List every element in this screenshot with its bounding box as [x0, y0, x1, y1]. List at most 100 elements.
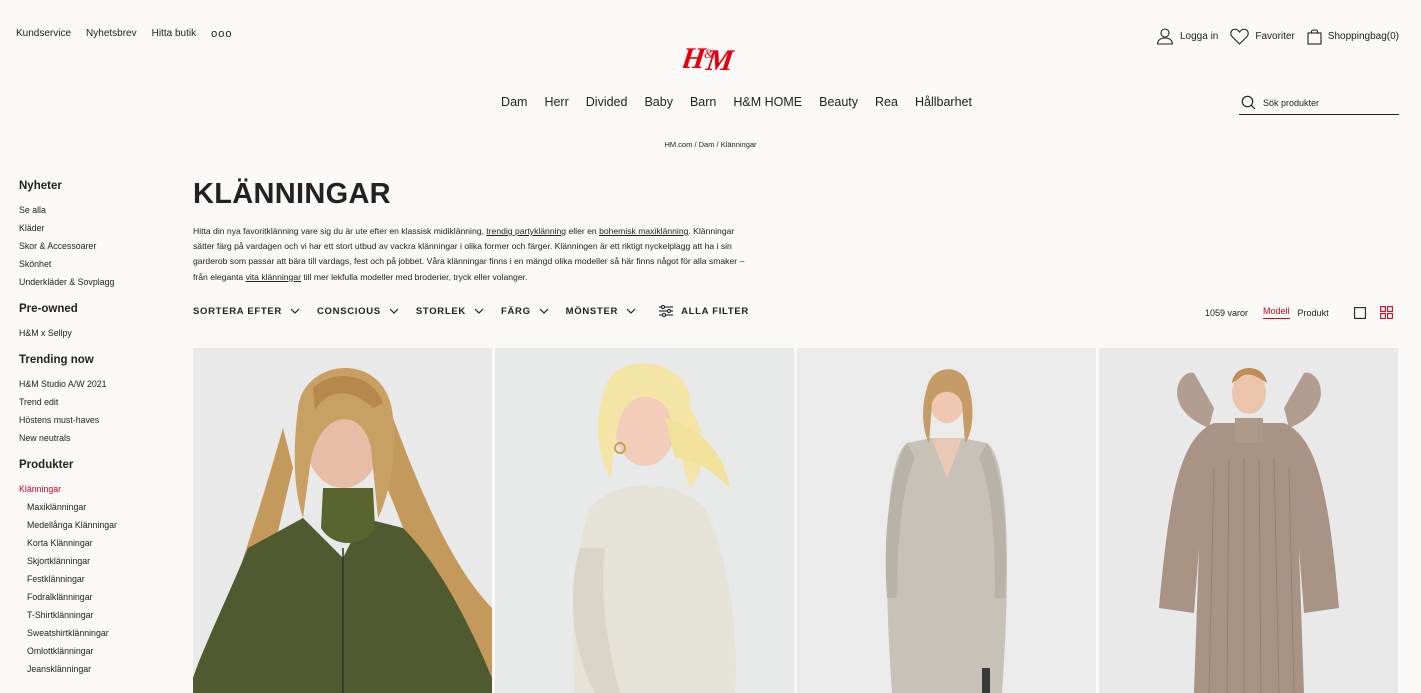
product-card[interactable] [797, 348, 1096, 693]
sidebar-group-nyheter: Nyheter Se alla Kläder Skor & Accessoare… [19, 180, 179, 291]
chevron-down-icon [474, 308, 484, 314]
sidebar-heading: Nyheter [19, 180, 62, 192]
sidebar-heading: Pre-owned [19, 303, 78, 315]
utility-links: Kundservice Nyhetsbrev Hitta butik ooo [16, 28, 232, 40]
sidebar-item-maxiklanningar[interactable]: Maxiklänningar [19, 498, 179, 516]
nav-dam[interactable]: Dam [501, 95, 527, 109]
sidebar-item-klanningar[interactable]: Klänningar [19, 480, 179, 498]
sidebar-item-trend-edit[interactable]: Trend edit [19, 393, 179, 411]
intro-text: Hitta din nya favoritklänning vare sig d… [193, 226, 487, 236]
filter-conscious[interactable]: CONSCIOUS [317, 305, 399, 317]
sidebar-item-sellpy[interactable]: H&M x Sellpy [19, 324, 179, 342]
sidebar-item-sweatshirtklanningar[interactable]: Sweatshirtklänningar [19, 624, 179, 642]
intro-link-party[interactable]: trendig partyklänning [486, 226, 566, 236]
sidebar-item-skor-accessoarer[interactable]: Skor & Accessoarer [19, 237, 179, 255]
utility-link-find-store[interactable]: Hitta butik [152, 28, 196, 40]
intro-text: eller en [566, 226, 600, 236]
nav-rea[interactable]: Rea [875, 95, 898, 109]
more-links-button[interactable]: ooo [211, 28, 232, 40]
filter-sort[interactable]: SORTERA EFTER [193, 305, 300, 317]
search-icon[interactable] [1241, 95, 1256, 110]
category-intro: Hitta din nya favoritklänning vare sig d… [193, 224, 753, 285]
sidebar-heading: Produkter [19, 459, 74, 471]
nav-divided[interactable]: Divided [586, 95, 628, 109]
sidebar-item-se-alla[interactable]: Se alla [19, 201, 179, 219]
sidebar-group-produkter: Produkter Klänningar Maxiklänningar Mede… [19, 459, 179, 678]
nav-baby[interactable]: Baby [644, 95, 673, 109]
filter-label: SORTERA EFTER [193, 305, 282, 317]
filter-label: FÄRG [500, 305, 531, 317]
filter-bar: SORTERA EFTER CONSCIOUS STORLEK FÄRG MÖN… [193, 305, 749, 317]
user-icon [1156, 28, 1174, 45]
intro-link-white[interactable]: vita klänningar [246, 272, 301, 282]
product-card[interactable] [193, 348, 492, 693]
sidebar-item-omlottklanningar[interactable]: Omlottklänningar [19, 642, 179, 660]
view-model-toggle[interactable]: Modell [1263, 306, 1290, 319]
sidebar-item-tshirtklanningar[interactable]: T-Shirtklänningar [19, 606, 179, 624]
hm-logo[interactable]: H & M [683, 36, 735, 76]
sidebar-item-fodralklanningar[interactable]: Fodralklänningar [19, 588, 179, 606]
intro-link-boho[interactable]: bohemisk maxiklänning [599, 226, 688, 236]
chevron-down-icon [539, 308, 549, 314]
sidebar-item-festklanningar[interactable]: Festklänningar [19, 570, 179, 588]
sidebar-item-skjortklanningar[interactable]: Skjortklänningar [19, 552, 179, 570]
account-links: Logga in Favoriter Shoppingbag(0) [1156, 27, 1399, 45]
search-input[interactable] [1263, 97, 1393, 108]
product-image-green-dress [193, 348, 492, 693]
filter-size[interactable]: STORLEK [416, 305, 484, 317]
search-box [1239, 91, 1399, 115]
small-grid-icon[interactable] [1379, 306, 1393, 319]
product-image-grey-knit-dress [797, 348, 1096, 693]
large-grid-icon[interactable] [1353, 306, 1366, 319]
all-filters-label: ALLA FILTER [681, 305, 749, 317]
product-image-beige-maxi-knit [1099, 348, 1398, 693]
sidebar-item-underklader[interactable]: Underkläder & Sovplagg [19, 273, 179, 291]
filter-sliders-icon [659, 305, 674, 317]
page-title: KLÄNNINGAR [193, 178, 391, 210]
sidebar-group-pre-owned: Pre-owned H&M x Sellpy [19, 303, 179, 342]
utility-link-customer-service[interactable]: Kundservice [16, 28, 71, 40]
sidebar-item-skonhet[interactable]: Skönhet [19, 255, 179, 273]
sidebar-item-jeansklanningar[interactable]: Jeansklänningar [19, 660, 179, 678]
nav-herr[interactable]: Herr [544, 95, 568, 109]
product-card[interactable] [495, 348, 794, 693]
product-grid [193, 348, 1398, 693]
sidebar-item-must-haves[interactable]: Höstens must-haves [19, 411, 179, 429]
svg-text:M: M [703, 43, 735, 76]
view-product-toggle[interactable]: Produkt [1298, 308, 1329, 318]
sidebar-item-studio[interactable]: H&M Studio A/W 2021 [19, 375, 179, 393]
utility-link-newsletter[interactable]: Nyhetsbrev [86, 28, 137, 40]
filter-label: STORLEK [415, 305, 466, 317]
favorites-link[interactable]: Favoriter [1230, 28, 1295, 45]
nav-hm-home[interactable]: H&M HOME [733, 95, 802, 109]
login-link[interactable]: Logga in [1156, 27, 1218, 45]
sidebar: Nyheter Se alla Kläder Skor & Accessoare… [19, 180, 179, 690]
shopping-bag-icon [1307, 28, 1322, 45]
sidebar-item-korta[interactable]: Korta Klänningar [19, 534, 179, 552]
product-image-cream-sweater [495, 348, 794, 693]
product-card[interactable] [1099, 348, 1398, 693]
nav-beauty[interactable]: Beauty [819, 95, 858, 109]
favorites-label: Favoriter [1255, 30, 1295, 42]
sidebar-group-trending: Trending now H&M Studio A/W 2021 Trend e… [19, 354, 179, 447]
sidebar-item-medellanga[interactable]: Medellånga Klänningar [19, 516, 179, 534]
sidebar-item-new-neutrals[interactable]: New neutrals [19, 429, 179, 447]
filter-label: MÖNSTER [565, 305, 619, 317]
nav-barn[interactable]: Barn [690, 95, 716, 109]
filter-pattern[interactable]: MÖNSTER [566, 305, 636, 317]
sidebar-item-klader[interactable]: Kläder [19, 219, 179, 237]
shopping-bag-link[interactable]: Shoppingbag(0) [1307, 28, 1399, 45]
result-count: 1059 varor [1205, 307, 1249, 318]
heart-icon [1230, 28, 1250, 45]
all-filters-button[interactable]: ALLA FILTER [659, 305, 749, 317]
nav-hallbarhet[interactable]: Hållbarhet [915, 95, 972, 109]
main-navigation: Dam Herr Divided Baby Barn H&M HOME Beau… [0, 95, 1421, 109]
login-label: Logga in [1180, 30, 1219, 42]
shopping-bag-label: Shoppingbag(0) [1327, 30, 1399, 42]
view-controls: 1059 varor Modell Produkt [1205, 306, 1393, 319]
chevron-down-icon [626, 308, 636, 314]
sidebar-heading: Trending now [19, 354, 94, 366]
filter-color[interactable]: FÄRG [501, 305, 549, 317]
chevron-down-icon [389, 308, 399, 314]
intro-text: till mer lekfulla modeller med broderier… [300, 271, 528, 282]
